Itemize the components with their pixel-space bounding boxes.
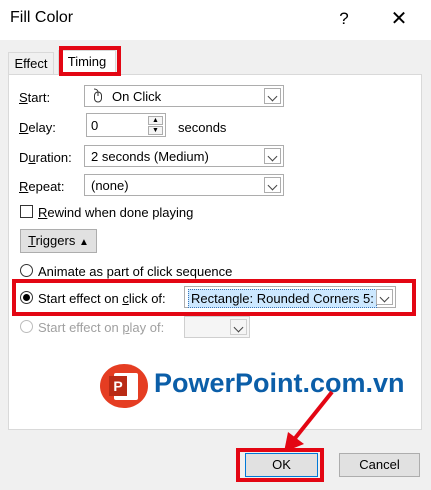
radio-start-on-click[interactable] xyxy=(20,291,33,304)
chevron-down-icon[interactable] xyxy=(264,88,281,104)
delay-unit: seconds xyxy=(178,120,227,135)
dialog-title: Fill Color xyxy=(10,9,74,26)
title-bar: Fill Color ? ✕ xyxy=(0,0,431,40)
play-of-dropdown[interactable] xyxy=(184,316,250,338)
duration-label: Duration: xyxy=(19,150,72,165)
triggers-button[interactable]: Triggers ▲ xyxy=(20,229,97,253)
close-button[interactable]: ✕ xyxy=(386,5,412,33)
mouse-icon xyxy=(91,88,105,104)
radio-start-on-play-label: Start effect on play of: xyxy=(38,320,165,335)
radio-start-on-play[interactable] xyxy=(20,320,33,333)
click-of-dropdown[interactable]: Rectangle: Rounded Corners 5: xyxy=(184,286,396,308)
tab-effect[interactable]: Effect xyxy=(8,52,54,74)
radio-click-sequence-label: Animate as part of click sequence xyxy=(38,264,233,279)
start-label: Start: xyxy=(19,90,51,105)
chevron-down-icon[interactable] xyxy=(264,177,281,193)
spin-up-icon[interactable]: ▲ xyxy=(148,116,163,125)
ok-button[interactable]: OK xyxy=(245,453,318,477)
powerpoint-logo-icon: P xyxy=(100,364,148,408)
radio-click-sequence[interactable] xyxy=(20,264,33,277)
collapse-up-icon: ▲ xyxy=(78,237,89,248)
delay-label: Delay: xyxy=(19,120,56,135)
chevron-down-icon[interactable] xyxy=(376,289,393,305)
tab-timing[interactable]: Timing xyxy=(58,50,116,75)
start-value: On Click xyxy=(112,89,162,104)
duration-value: 2 seconds (Medium) xyxy=(91,149,209,164)
click-of-value: Rectangle: Rounded Corners 5: xyxy=(188,289,377,308)
repeat-value: (none) xyxy=(91,178,129,193)
powerpoint-watermark: P PowerPoint.com.vn xyxy=(100,364,405,410)
start-dropdown[interactable]: On Click xyxy=(84,85,284,107)
watermark-text: PowerPoint.com.vn xyxy=(154,368,405,398)
duration-dropdown[interactable]: 2 seconds (Medium) xyxy=(84,145,284,167)
delay-value: 0 xyxy=(91,118,99,133)
delay-spinner[interactable]: 0 ▲ ▼ xyxy=(86,113,166,137)
repeat-dropdown[interactable]: (none) xyxy=(84,174,284,196)
repeat-label: Repeat: xyxy=(19,179,65,194)
rewind-checkbox[interactable] xyxy=(20,205,33,218)
spin-down-icon[interactable]: ▼ xyxy=(148,126,163,135)
chevron-down-icon[interactable] xyxy=(230,319,247,335)
help-button[interactable]: ? xyxy=(334,6,354,32)
rewind-label: Rewind when done playing xyxy=(38,205,194,220)
chevron-down-icon[interactable] xyxy=(264,148,281,164)
radio-start-on-click-label: Start effect on click of: xyxy=(38,291,166,306)
cancel-button[interactable]: Cancel xyxy=(339,453,420,477)
